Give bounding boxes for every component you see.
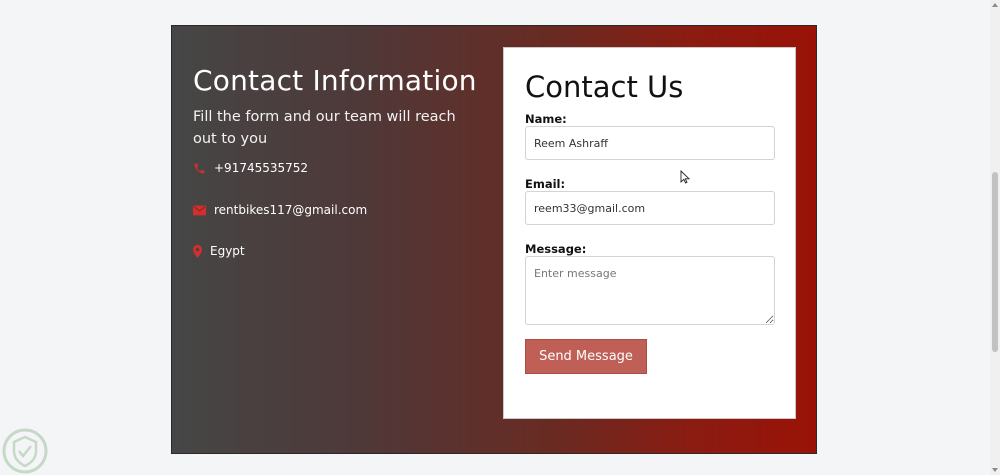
email-input[interactable] xyxy=(525,191,775,225)
phone-icon xyxy=(193,162,206,175)
phone-row: +91745535752 xyxy=(193,161,308,175)
form-title: Contact Us xyxy=(525,70,684,104)
scroll-down-arrow-icon[interactable] xyxy=(992,468,998,472)
message-textarea[interactable] xyxy=(525,256,775,325)
name-input[interactable] xyxy=(525,126,775,160)
message-label: Message: xyxy=(525,242,587,256)
page: Contact Information Fill the form and ou… xyxy=(0,0,1000,475)
scroll-thumb[interactable] xyxy=(992,172,998,352)
phone-number: +91745535752 xyxy=(214,161,309,175)
contact-info-title: Contact Information xyxy=(193,64,477,97)
mouse-cursor-icon xyxy=(680,169,691,188)
page-scrollbar[interactable] xyxy=(990,0,1000,475)
email-row: rentbikes117@gmail.com xyxy=(193,203,367,217)
watermark-shield-icon xyxy=(2,428,48,475)
email-address: rentbikes117@gmail.com xyxy=(214,203,368,217)
contact-card: Contact Information Fill the form and ou… xyxy=(171,25,817,454)
location-text: Egypt xyxy=(210,244,245,258)
scroll-up-arrow-icon[interactable] xyxy=(992,3,998,7)
name-label: Name: xyxy=(525,112,567,126)
location-row: Egypt xyxy=(193,244,245,258)
contact-info-subtitle: Fill the form and our team will reach ou… xyxy=(193,109,456,147)
email-label: Email: xyxy=(525,177,566,191)
envelope-icon xyxy=(193,205,206,216)
send-message-button[interactable]: Send Message xyxy=(525,339,647,374)
contact-form: Contact Us Name: Email: Message: Send Me… xyxy=(503,47,796,419)
map-marker-icon xyxy=(193,244,202,258)
